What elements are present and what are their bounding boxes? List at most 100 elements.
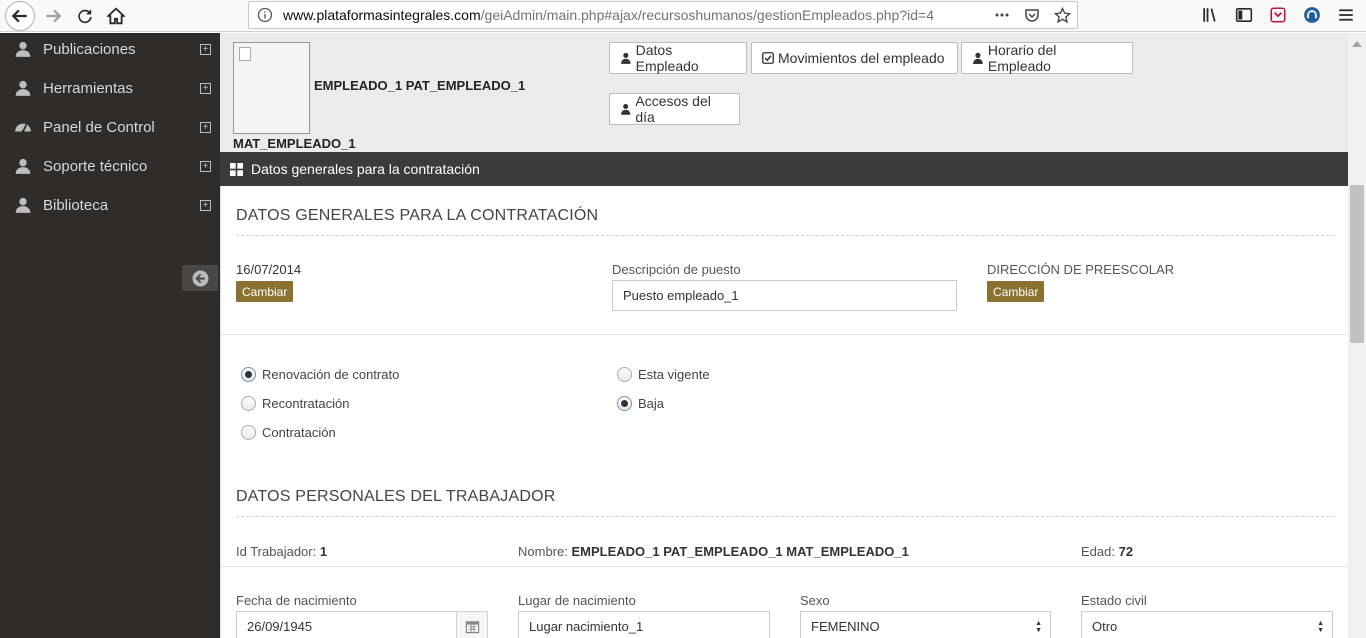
radio-label: Renovación de contrato — [262, 367, 400, 382]
scroll-up-icon[interactable] — [1352, 41, 1362, 47]
radio-button-checked[interactable] — [241, 367, 256, 382]
sidebar-item-label: Publicaciones — [43, 40, 136, 58]
select-arrows-icon: ▲ ▼ — [1317, 620, 1324, 634]
radio-baja[interactable]: Baja — [617, 396, 664, 411]
sidebar-item-label: Herramientas — [43, 79, 134, 97]
tab-label: Datos Empleado — [635, 42, 699, 74]
menu-icon[interactable] — [1336, 5, 1356, 25]
user-icon — [14, 157, 32, 175]
cambiar-fecha-button[interactable]: Cambiar — [236, 281, 294, 302]
page-actions-icon[interactable] — [993, 5, 1011, 25]
employee-mat: MAT_EMPLEADO_1 — [233, 136, 356, 151]
id-trabajador: Id Trabajador: 1 — [236, 544, 327, 559]
panel-body: DATOS GENERALES PARA LA CONTRATACIÓN 16/… — [220, 186, 1349, 638]
tab-movimientos[interactable]: Movimientos del empleado — [751, 42, 958, 74]
tab-datos-empleado[interactable]: Datos Empleado — [609, 42, 747, 74]
sidebar-item-soporte-tecnico[interactable]: Soporte técnico + — [0, 149, 220, 183]
divider — [236, 516, 1334, 517]
section-title-personales: DATOS PERSONALES DEL TRABAJADOR — [236, 488, 556, 505]
url-text: www.plataformasintegrales.com/geiAdmin/m… — [283, 7, 934, 23]
url-host: www.plataformasintegrales.com — [283, 7, 481, 23]
info-icon[interactable] — [257, 7, 273, 23]
arrow-circle-left-icon — [192, 270, 208, 286]
panel-title: Datos generales para la contratación — [251, 161, 480, 177]
select-arrows-icon: ▲ ▼ — [1035, 620, 1042, 634]
radio-label: Contratación — [262, 425, 336, 440]
direccion-label: DIRECCIÓN DE PREESCOLAR — [987, 262, 1175, 277]
user-icon — [14, 196, 32, 214]
puesto-label: Descripción de puesto — [612, 262, 741, 277]
forward-button[interactable] — [40, 3, 66, 29]
radio-renovacion[interactable]: Renovación de contrato — [241, 367, 399, 382]
tab-label: Movimientos del empleado — [778, 50, 945, 66]
user-icon — [973, 52, 983, 64]
id-label: Id Trabajador: — [236, 544, 317, 559]
radio-button[interactable] — [617, 367, 632, 382]
tab-accesos[interactable]: Accesos del día — [609, 93, 740, 125]
pocket-icon[interactable] — [1023, 5, 1041, 25]
radio-label: Baja — [638, 396, 665, 411]
browser-toolbar: www.plataformasintegrales.com/geiAdmin/m… — [0, 0, 1366, 32]
sidebar-item-label: Soporte técnico — [43, 157, 148, 175]
calendar-icon — [465, 621, 479, 634]
back-button[interactable] — [5, 1, 35, 31]
id-value: 1 — [319, 544, 328, 559]
tab-horario[interactable]: Horario del Empleado — [961, 42, 1133, 74]
civil-select[interactable]: Otro ▲ ▼ — [1081, 611, 1333, 638]
bookmark-star-icon[interactable] — [1053, 5, 1071, 25]
page-scrollbar[interactable] — [1348, 33, 1366, 638]
radio-button[interactable] — [241, 396, 256, 411]
user-icon — [14, 40, 32, 58]
radio-vigente[interactable]: Esta vigente — [617, 367, 710, 382]
expand-icon[interactable]: + — [200, 199, 211, 211]
sidebar-item-label: Biblioteca — [43, 196, 109, 214]
extension-icon[interactable] — [1302, 5, 1322, 25]
radio-button-checked[interactable] — [617, 396, 632, 411]
sidebar-item-herramientas[interactable]: Herramientas + — [0, 71, 220, 105]
puesto-input[interactable]: Puesto empleado_1 — [612, 280, 957, 311]
nombre-label: Nombre: — [518, 544, 568, 559]
section-title-contratacion: DATOS GENERALES PARA LA CONTRATACIÓN — [236, 207, 599, 224]
check-square-icon — [762, 52, 774, 64]
expand-icon[interactable]: + — [200, 43, 211, 55]
cambiar-direccion-button[interactable]: Cambiar — [987, 281, 1045, 302]
nombre-value: EMPLEADO_1 PAT_EMPLEADO_1 MAT_EMPLEADO_1 — [571, 544, 909, 559]
radio-button[interactable] — [241, 425, 256, 440]
grid-icon — [230, 162, 243, 176]
radio-label: Recontratación — [262, 396, 350, 411]
expand-icon[interactable]: + — [200, 160, 211, 172]
broken-image-icon — [239, 47, 251, 61]
main-content: EMPLEADO_1 PAT_EMPLEADO_1 MAT_EMPLEADO_1… — [220, 33, 1349, 638]
url-bar[interactable]: www.plataformasintegrales.com/geiAdmin/m… — [248, 1, 1078, 29]
edad-value: 72 — [1118, 544, 1134, 559]
pocket-extension-icon[interactable] — [1268, 5, 1288, 25]
reload-button[interactable] — [72, 3, 98, 29]
fecha-contratacion: 16/07/2014 — [236, 262, 302, 277]
radio-contratacion[interactable]: Contratación — [241, 425, 336, 440]
sidebar-item-biblioteca[interactable]: Biblioteca + — [0, 188, 220, 222]
reload-icon — [78, 9, 92, 24]
scrollbar-thumb[interactable] — [1350, 185, 1364, 343]
civil-label: Estado civil — [1081, 593, 1147, 608]
sidebar-toggle-icon[interactable] — [1234, 5, 1254, 25]
sexo-select[interactable]: FEMENINO ▲ ▼ — [800, 611, 1051, 638]
fecha-nac-input[interactable]: 26/09/1945 — [236, 611, 457, 638]
collapse-sidebar-button[interactable] — [182, 265, 218, 291]
lugar-input[interactable]: Lugar nacimiento_1 — [518, 611, 770, 638]
sidebar-item-label: Panel de Control — [43, 118, 155, 136]
sidebar-item-publicaciones[interactable]: Publicaciones + — [0, 32, 220, 66]
url-path: /geiAdmin/main.php#ajax/recursoshumanos/… — [480, 7, 934, 23]
panel-header: Datos generales para la contratación — [220, 152, 1348, 186]
library-icon[interactable] — [1200, 5, 1220, 25]
home-button[interactable] — [103, 3, 129, 29]
sidebar-item-panel-de-control[interactable]: Panel de Control + — [0, 110, 220, 144]
divider — [221, 566, 1349, 567]
calendar-button[interactable] — [456, 611, 488, 638]
radio-recontratacion[interactable]: Recontratación — [241, 396, 349, 411]
expand-icon[interactable]: + — [200, 121, 211, 133]
expand-icon[interactable]: + — [200, 82, 211, 94]
home-icon — [107, 7, 125, 25]
user-icon — [621, 52, 631, 64]
fecha-nac-label: Fecha de nacimiento — [236, 593, 357, 608]
sexo-label: Sexo — [800, 593, 830, 608]
